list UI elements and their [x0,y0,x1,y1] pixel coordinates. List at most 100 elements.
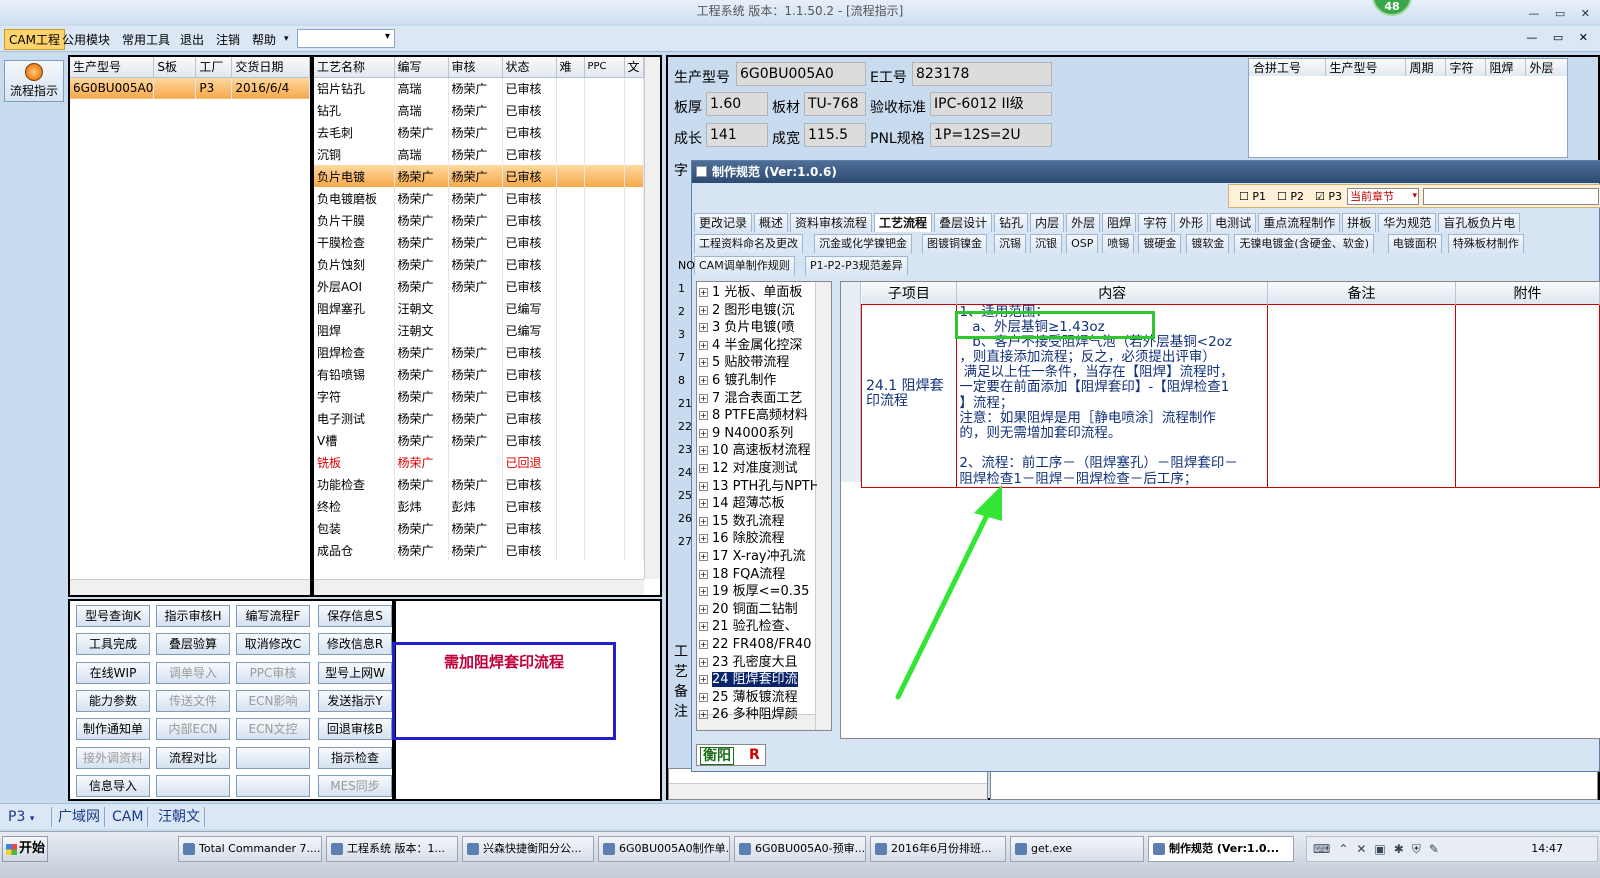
taskbar-item[interactable]: 6G0BU005A0制作单... [598,836,730,862]
tree-node[interactable]: +15 数孔流程 [699,513,817,530]
col-s-board[interactable]: S板 [153,57,197,78]
taskbar-item[interactable]: 工程系统 版本：1... [326,836,458,862]
action-button-5-0[interactable]: 接外调资料 [76,746,150,769]
table-row[interactable]: 钻孔 高瑞 杨荣广 已审核 [314,99,644,121]
tree-node[interactable]: +20 铜面二钻制 [699,601,817,618]
table-row[interactable]: 干膜检查 杨荣广 杨荣广 已审核 [314,231,644,253]
table-row[interactable]: 铝片钻孔 高瑞 杨荣广 已审核 [314,77,644,99]
expand-icon[interactable]: + [699,692,708,702]
tab-tabs_row2-1[interactable]: 沉金或化学镍钯金 [814,234,913,253]
material-field[interactable]: TU-768 [804,92,866,116]
expand-icon[interactable]: + [699,464,708,473]
col-attachment[interactable]: 附件 [1455,282,1600,304]
action-button-5-1[interactable]: 流程对比 [156,746,230,769]
tab-tabs_row1-4[interactable]: 叠层设计 [934,213,993,232]
expand-icon[interactable]: + [699,534,708,544]
table-row[interactable]: 电子测试 杨荣广 杨荣广 已审核 [314,407,644,429]
action-button-1-2[interactable]: 取消修改C [236,633,310,656]
tab-tabs_row1-12[interactable]: 重点流程制作 [1258,213,1341,232]
table-row[interactable]: 铣板 杨荣广 已回退 [314,451,644,473]
chapter-select[interactable]: 当前章节 ▾ [1347,188,1419,205]
tab-tabs_row3-0[interactable]: CAM调单制作规则 [694,256,795,275]
table-row[interactable]: 负电镀磨板 杨荣广 杨荣广 已审核 [314,187,644,209]
expand-icon[interactable]: + [699,552,708,561]
filter-p1[interactable]: ☐ P1 [1239,190,1266,203]
menu-cam[interactable]: CAM工程 [4,29,65,50]
tree-node[interactable]: +8 PTFE高频材料 [699,407,817,424]
tab-tabs_row2-7[interactable]: 镀硬金 [1138,234,1182,253]
tree-node[interactable]: +17 X-ray冲孔流 [699,548,817,565]
tab-tabs_row1-14[interactable]: 华为规范 [1378,213,1437,232]
col-merge-char[interactable]: 字符 [1445,59,1486,76]
action-button-3-1[interactable]: 传送文件 [156,689,230,712]
tree-node[interactable]: +24 阻焊套印流 [699,671,817,688]
col-remark[interactable]: 备注 [1267,282,1456,304]
table-row[interactable]: 成品仓 杨荣广 杨荣广 已审核 [314,539,644,561]
tree-node[interactable]: +9 N4000系列 [699,425,817,442]
expand-icon[interactable]: + [699,411,708,421]
expand-icon[interactable]: + [699,481,708,491]
action-button-4-1[interactable]: 内部ECN [156,718,230,741]
menu-common-module[interactable]: 公用模块 [62,31,110,48]
action-button-6-2[interactable] [236,774,310,797]
table-row[interactable]: 功能检查 杨荣广 杨荣广 已审核 [314,473,644,495]
tab-tabs_row2-8[interactable]: 镀软金 [1186,234,1230,253]
action-button-6-0[interactable]: 信息导入 [76,774,150,797]
action-button-3-2[interactable]: ECN影响 [236,689,310,712]
col-model[interactable]: 生产型号 [70,57,155,78]
tray-icons[interactable]: ⌨⌃✕▣✱⛨✎ [1313,842,1447,857]
action-button-3-3[interactable]: 发送指示Y [318,689,392,712]
col-author[interactable]: 编写 [394,57,449,78]
action-button-1-3[interactable]: 修改信息R [318,633,392,656]
col-ppc[interactable]: PPC [584,57,625,78]
taskbar-item[interactable]: get.exe [1010,836,1144,862]
action-button-0-1[interactable]: 指示审核H [156,605,230,627]
col-doc[interactable]: 文 [624,57,644,78]
tab-tabs_row1-3[interactable]: 工艺流程 [874,213,933,232]
search-field[interactable] [1423,188,1599,205]
menu-tools[interactable]: 常用工具 [122,31,170,48]
tab-tabs_row1-10[interactable]: 外形 [1174,213,1209,232]
tab-tabs_row2-2[interactable]: 图镀铜镍金 [922,234,988,253]
action-button-1-1[interactable]: 叠层验算 [156,633,230,656]
expand-icon[interactable]: + [699,288,708,297]
tab-tabs_row1-8[interactable]: 阻焊 [1102,213,1137,232]
table-row[interactable]: 字符 杨荣广 杨荣广 已审核 [314,385,644,407]
menu-combo[interactable] [297,29,395,48]
tree-node[interactable]: +1 光板、单面板 [699,284,817,301]
action-button-5-3[interactable]: 指示检查 [318,746,392,769]
col-factory[interactable]: 工厂 [195,57,233,78]
tab-tabs_row2-10[interactable]: 电镀面积 [1387,234,1442,253]
action-button-4-2[interactable]: ECN文控 [236,718,310,741]
action-button-0-2[interactable]: 编写流程F [236,605,310,627]
col-reviewer[interactable]: 审核 [448,57,503,78]
expand-icon[interactable]: + [699,622,708,632]
tab-tabs_row1-13[interactable]: 拼板 [1342,213,1377,232]
tree-node[interactable]: +3 负片电镀(喷 [699,319,817,336]
tab-tabs_row2-0[interactable]: 工程资料命名及更改 [694,234,803,253]
action-button-5-2[interactable] [236,746,310,769]
col-status[interactable]: 状态 [502,57,557,78]
tree-node[interactable]: +26 多种阻焊颜 [699,706,817,723]
table-row[interactable]: 阻焊 汪朝文 已编写 [314,319,644,341]
table-row[interactable]: 终检 彭炜 彭炜 已审核 [314,495,644,517]
info-hscroll[interactable] [669,783,987,799]
expand-icon[interactable]: + [699,640,708,649]
expand-icon[interactable]: + [699,499,708,509]
expand-icon[interactable]: + [699,358,708,368]
tree-node[interactable]: +4 半金属化控深 [699,337,817,354]
eno-field[interactable]: 823178 [912,62,1052,86]
tree-node[interactable]: +6 镀孔制作 [699,372,817,389]
expand-icon[interactable]: + [699,569,708,579]
col-content[interactable]: 内容 [956,282,1269,304]
expand-icon[interactable]: + [699,376,708,385]
tree-node[interactable]: +12 对准度测试 [699,460,817,477]
flow-instruction-button[interactable]: 流程指示 [4,60,64,102]
expand-icon[interactable]: + [699,340,708,350]
menu-dropdown-icon[interactable]: ▾ [284,34,289,44]
expand-icon[interactable]: + [699,393,708,403]
process-hscroll[interactable] [314,579,644,595]
tab-tabs_row2-4[interactable]: 沉银 [1030,234,1063,253]
tab-tabs_row1-2[interactable]: 资料审核流程 [790,213,873,232]
taskbar-item[interactable]: 制作规范 (Ver:1.0... [1148,836,1294,862]
